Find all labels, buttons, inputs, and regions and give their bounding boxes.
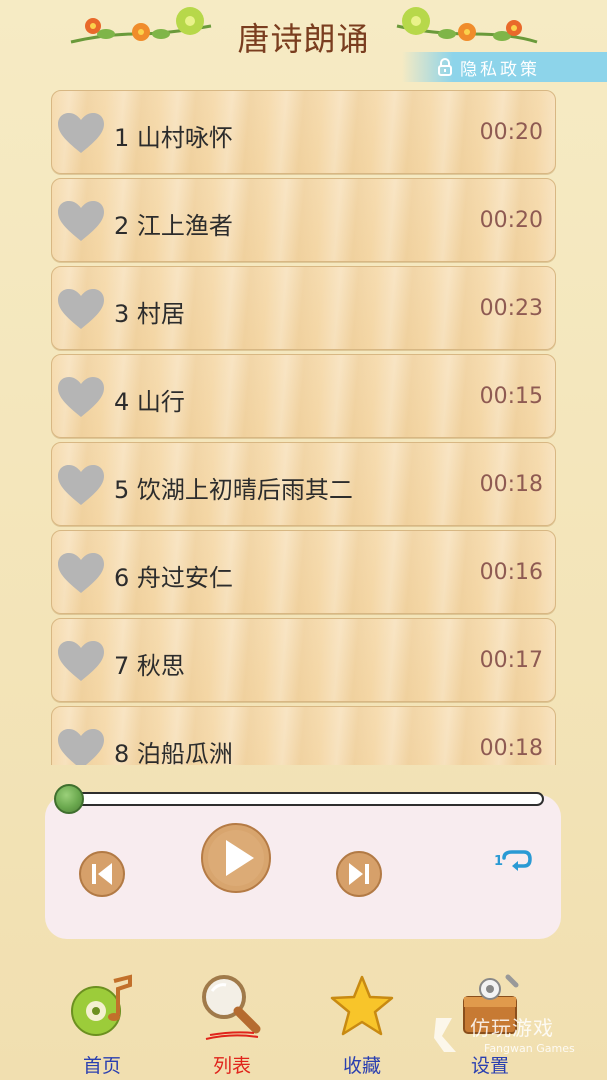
repeat-one-button[interactable]: 1 xyxy=(494,848,534,878)
poem-duration: 00:20 xyxy=(479,208,543,233)
nav-home[interactable]: 首页 xyxy=(42,965,162,1080)
favorite-heart-icon[interactable] xyxy=(56,727,106,765)
repeat-one-badge: 1 xyxy=(494,854,504,869)
star-icon xyxy=(330,975,394,1036)
poem-row[interactable]: 1 山村咏怀 00:20 xyxy=(51,90,556,174)
poem-title: 3 村居 xyxy=(114,300,185,328)
flower-vine-right-icon xyxy=(396,7,538,44)
poem-duration: 00:23 xyxy=(479,296,543,321)
nav-favorites[interactable]: 收藏 xyxy=(302,965,422,1080)
magnifier-icon xyxy=(202,975,261,1040)
lock-icon xyxy=(438,58,452,76)
poem-title: 4 山行 xyxy=(114,388,185,416)
poem-title: 6 舟过安仁 xyxy=(114,564,233,592)
poem-row[interactable]: 8 泊船瓜洲 00:18 xyxy=(51,706,556,765)
poem-row[interactable]: 2 江上渔者 00:20 xyxy=(51,178,556,262)
poem-title: 8 泊船瓜洲 xyxy=(114,740,233,765)
poem-row[interactable]: 4 山行 00:15 xyxy=(51,354,556,438)
poem-row[interactable]: 6 舟过安仁 00:16 xyxy=(51,530,556,614)
favorite-heart-icon[interactable] xyxy=(56,375,106,419)
poem-duration: 00:18 xyxy=(479,736,543,761)
watermark-text: 仿玩游戏 xyxy=(470,1016,554,1040)
watermark: 仿玩游戏 Fangwan Games xyxy=(430,1012,605,1062)
privacy-policy-button[interactable]: 隐私政策 xyxy=(402,52,607,82)
poem-row[interactable]: 5 饮湖上初晴后雨其二 00:18 xyxy=(51,442,556,526)
watermark-logo-icon xyxy=(434,1018,456,1052)
favorite-heart-icon[interactable] xyxy=(56,551,106,595)
header: 唐诗朗诵 隐私政策 xyxy=(0,0,607,88)
favorite-heart-icon[interactable] xyxy=(56,639,106,683)
progress-slider-handle[interactable] xyxy=(54,784,84,814)
nav-favorites-label: 收藏 xyxy=(342,1055,381,1077)
nav-list[interactable]: 列表 xyxy=(172,965,292,1080)
poem-title: 2 江上渔者 xyxy=(114,212,233,240)
watermark-subtext: Fangwan Games xyxy=(484,1042,575,1055)
progress-bar[interactable] xyxy=(60,792,544,806)
nav-home-label: 首页 xyxy=(82,1055,121,1077)
favorite-heart-icon[interactable] xyxy=(56,111,106,155)
poem-row[interactable]: 7 秋思 00:17 xyxy=(51,618,556,702)
previous-track-button[interactable] xyxy=(78,850,126,898)
poem-duration: 00:15 xyxy=(479,384,543,409)
favorite-heart-icon[interactable] xyxy=(56,287,106,331)
music-disc-icon xyxy=(71,974,132,1036)
next-track-button[interactable] xyxy=(335,850,383,898)
poem-title: 1 山村咏怀 xyxy=(114,124,233,152)
play-button[interactable] xyxy=(200,822,272,894)
poem-row[interactable]: 3 村居 00:23 xyxy=(51,266,556,350)
nav-list-label: 列表 xyxy=(212,1055,251,1077)
poem-duration: 00:16 xyxy=(479,560,543,585)
poem-title: 7 秋思 xyxy=(114,652,185,680)
poem-title: 5 饮湖上初晴后雨其二 xyxy=(114,476,353,504)
poem-duration: 00:17 xyxy=(479,648,543,673)
poem-duration: 00:18 xyxy=(479,472,543,497)
privacy-policy-label: 隐私政策 xyxy=(460,59,540,80)
favorite-heart-icon[interactable] xyxy=(56,463,106,507)
favorite-heart-icon[interactable] xyxy=(56,199,106,243)
poem-list[interactable]: 1 山村咏怀 00:20 2 江上渔者 00:20 3 村居 00:23 4 山… xyxy=(51,90,556,765)
poem-duration: 00:20 xyxy=(479,120,543,145)
